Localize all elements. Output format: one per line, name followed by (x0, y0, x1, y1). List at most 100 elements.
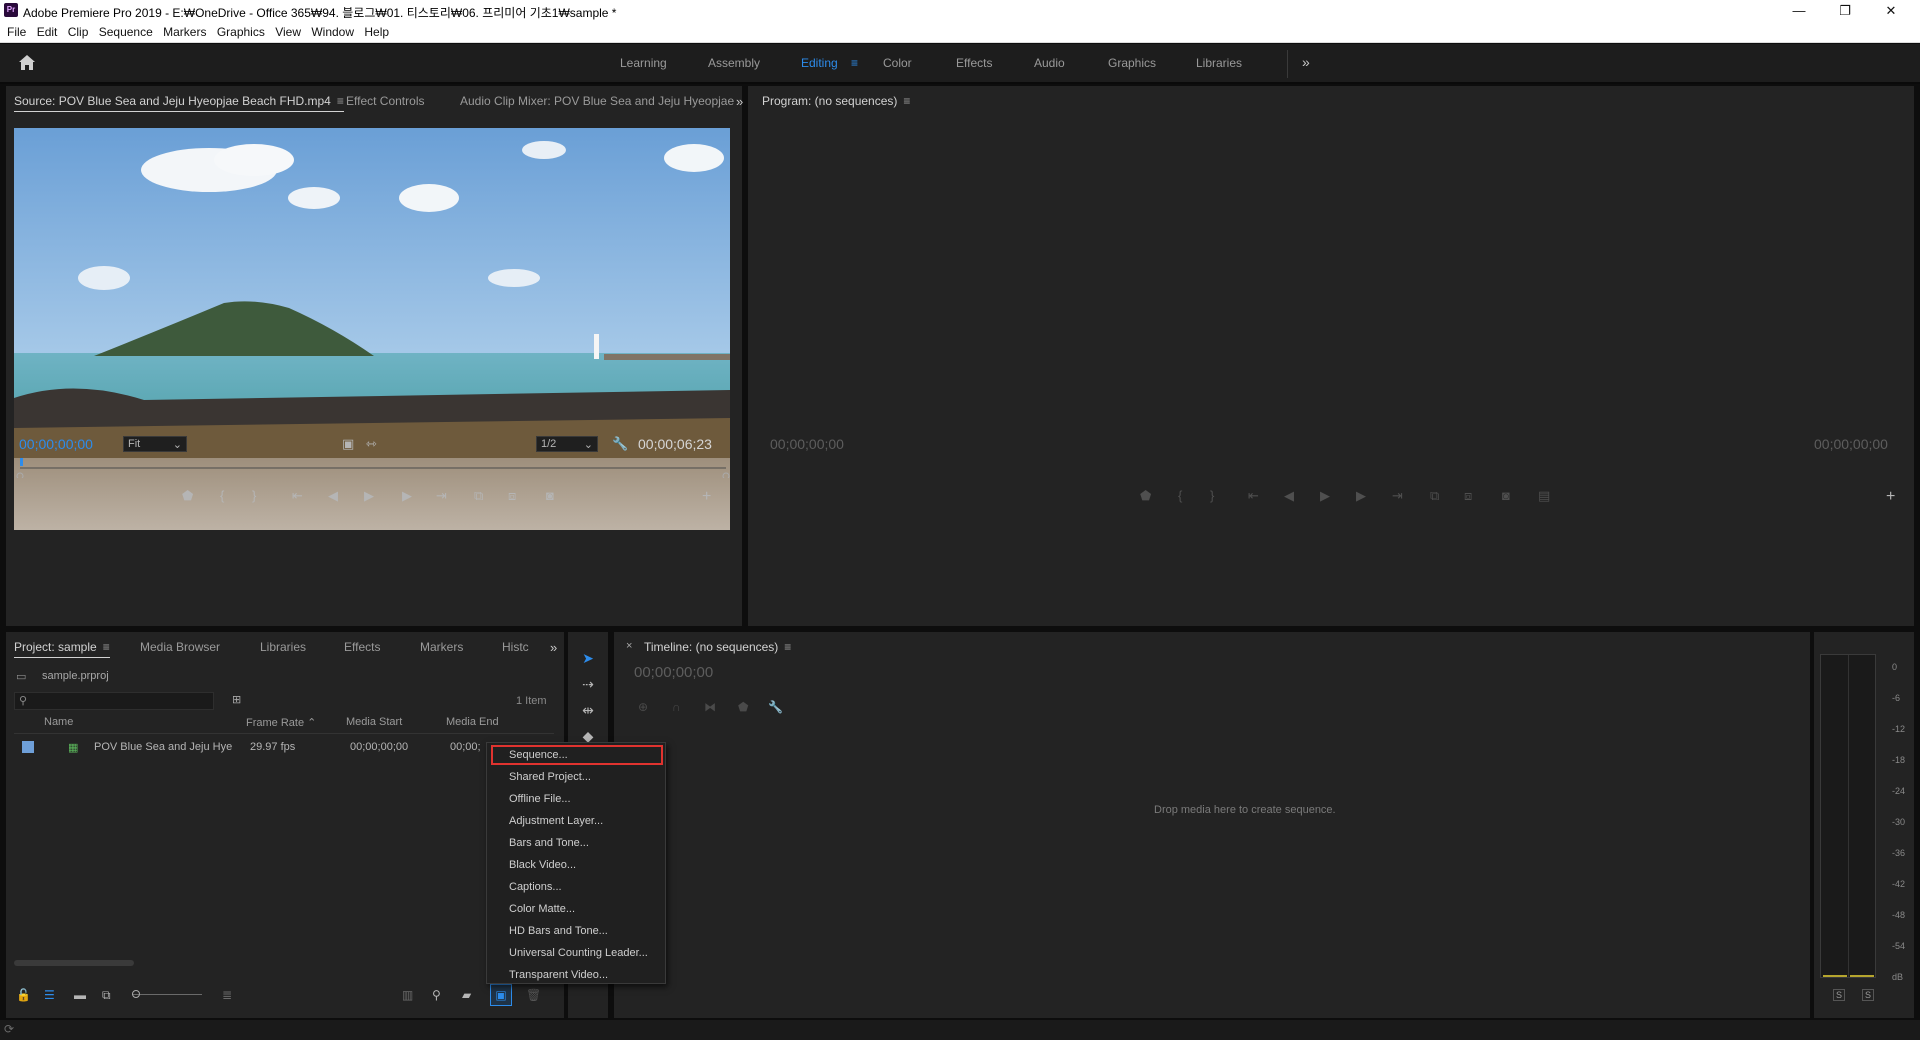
menu-edit[interactable]: Edit (30, 22, 58, 39)
panel-menu-icon[interactable]: ≡ (337, 94, 344, 108)
workspace-tab-assembly[interactable]: Assembly (708, 56, 760, 70)
panel-menu-icon[interactable]: ≡ (903, 94, 910, 108)
ripple-edit-tool-icon[interactable]: ⇹ (576, 700, 600, 720)
solo-right-button[interactable]: S (1862, 989, 1874, 1001)
linked-selection-icon[interactable]: ⧓ (704, 700, 716, 714)
lift-icon[interactable]: ⧉ (1430, 488, 1439, 504)
comparison-view-icon[interactable]: ▤ (1538, 488, 1550, 504)
restore-button[interactable]: ❐ (1822, 0, 1868, 22)
minimize-button[interactable]: — (1776, 0, 1822, 22)
tab-audio-clip-mixer[interactable]: Audio Clip Mixer: POV Blue Sea and Jeju … (460, 94, 734, 108)
insert-sequence-icon[interactable]: ⊕ (638, 700, 648, 714)
insert-icon[interactable]: ⧉ (474, 488, 483, 504)
solo-left-button[interactable]: S (1833, 989, 1845, 1001)
timeline-timecode[interactable]: 00;00;00;00 (634, 664, 713, 681)
tab-effects[interactable]: Effects (344, 640, 380, 654)
menu-item-sequence[interactable]: Sequence... (509, 749, 568, 761)
clip-name[interactable]: POV Blue Sea and Jeju Hye (94, 741, 232, 753)
safe-margins-icon[interactable]: ▣ (342, 436, 354, 452)
label-color-swatch[interactable] (22, 741, 34, 753)
add-marker-icon[interactable]: ⬟ (182, 488, 193, 504)
column-media-end[interactable]: Media End (446, 716, 499, 728)
menu-item-universal-counting-leader[interactable]: Universal Counting Leader... (509, 947, 648, 959)
add-marker-icon[interactable]: ⬟ (1140, 488, 1151, 504)
workspace-tab-audio[interactable]: Audio (1034, 56, 1065, 70)
workspace-tab-graphics[interactable]: Graphics (1108, 56, 1156, 70)
tab-libraries[interactable]: Libraries (260, 640, 306, 654)
menu-item-bars-and-tone[interactable]: Bars and Tone... (509, 837, 589, 849)
project-search-input[interactable]: ⚲ (14, 692, 214, 710)
step-forward-icon[interactable]: ▶ (402, 488, 412, 504)
add-button-icon[interactable]: + (1886, 488, 1895, 506)
source-resolution-select[interactable]: 1/2 ⌄ (536, 436, 598, 452)
tab-effect-controls[interactable]: Effect Controls (346, 94, 424, 108)
sort-icons-icon[interactable]: ≣ (222, 988, 232, 1002)
freeform-view-icon[interactable]: ⧉ (102, 988, 111, 1003)
panel-menu-icon[interactable]: ≡ (103, 640, 110, 654)
tab-project[interactable]: Project: sample ≡ (14, 640, 110, 658)
program-viewer[interactable] (758, 122, 1904, 522)
tab-source[interactable]: Source: POV Blue Sea and Jeju Hyeopjae B… (14, 94, 344, 112)
table-row[interactable]: ▦ POV Blue Sea and Jeju Hye 29.97 fps 00… (14, 738, 554, 758)
workspace-overflow-icon[interactable]: » (1302, 54, 1310, 70)
step-back-icon[interactable]: ◀ (1284, 488, 1294, 504)
tab-timeline[interactable]: Timeline: (no sequences) ≡ (644, 640, 791, 654)
track-select-tool-icon[interactable]: ⇢ (576, 674, 600, 694)
menu-item-hd-bars-and-tone[interactable]: HD Bars and Tone... (509, 925, 608, 937)
mark-in-icon[interactable]: { (1178, 488, 1182, 503)
automate-to-sequence-icon[interactable]: ▥ (402, 988, 413, 1002)
trash-icon[interactable]: 🗑 (526, 988, 541, 1002)
column-media-start[interactable]: Media Start (346, 716, 402, 728)
tab-history[interactable]: Histc (502, 640, 529, 654)
new-item-button[interactable]: ▣ (490, 984, 512, 1006)
menu-clip[interactable]: Clip (61, 22, 89, 39)
find-icon[interactable]: ⚲ (432, 988, 441, 1002)
menu-item-shared-project[interactable]: Shared Project... (509, 771, 591, 783)
list-view-icon[interactable]: ☰ (44, 988, 55, 1002)
menu-item-offline-file[interactable]: Offline File... (509, 793, 571, 805)
panel-menu-icon[interactable]: ≡ (784, 640, 791, 654)
source-zoom-select[interactable]: Fit ⌄ (123, 436, 187, 452)
selection-tool-icon[interactable]: ➤ (576, 648, 600, 668)
workspace-tab-learning[interactable]: Learning (620, 56, 667, 70)
column-frame-rate[interactable]: Frame Rate ⌃ (246, 716, 316, 729)
horizontal-scrollbar[interactable] (14, 960, 134, 966)
zoom-slider-handle[interactable] (132, 990, 140, 998)
workspace-tab-effects[interactable]: Effects (956, 56, 992, 70)
export-frame-icon[interactable]: ◙ (546, 488, 554, 503)
workspace-tab-libraries[interactable]: Libraries (1196, 56, 1242, 70)
extract-icon[interactable]: ⧈ (1464, 488, 1472, 504)
menu-graphics[interactable]: Graphics (210, 22, 265, 39)
home-icon[interactable] (18, 54, 36, 74)
go-to-in-icon[interactable]: ⇤ (1248, 488, 1259, 504)
go-to-out-icon[interactable]: ⇥ (436, 488, 447, 504)
program-playhead-timecode[interactable]: 00;00;00;00 (770, 436, 844, 452)
lock-icon[interactable]: 🔓 (16, 988, 31, 1002)
column-name[interactable]: Name (44, 716, 73, 728)
wrench-icon[interactable]: 🔧 (612, 436, 628, 452)
zoom-slider[interactable] (132, 994, 202, 995)
mark-out-icon[interactable]: } (252, 488, 256, 503)
menu-sequence[interactable]: Sequence (92, 22, 153, 39)
go-to-out-icon[interactable]: ⇥ (1392, 488, 1403, 504)
panel-overflow-icon[interactable]: » (736, 94, 743, 109)
source-time-ruler[interactable] (14, 458, 730, 480)
menu-window[interactable]: Window (304, 22, 354, 39)
icon-view-icon[interactable]: ▬ (74, 988, 86, 1002)
source-playhead-timecode[interactable]: 00;00;00;00 (19, 436, 93, 452)
workspace-tab-color[interactable]: Color (883, 56, 912, 70)
menu-help[interactable]: Help (357, 22, 389, 39)
new-bin-icon[interactable]: ▰ (462, 988, 471, 1002)
new-search-bin-icon[interactable]: ⊞ (232, 693, 241, 706)
overwrite-icon[interactable]: ⧈ (508, 488, 516, 504)
step-forward-icon[interactable]: ▶ (1356, 488, 1366, 504)
menu-item-adjustment-layer[interactable]: Adjustment Layer... (509, 815, 603, 827)
step-back-icon[interactable]: ◀ (328, 488, 338, 504)
tab-program[interactable]: Program: (no sequences) ≡ (762, 94, 910, 108)
menu-item-captions[interactable]: Captions... (509, 881, 562, 893)
go-to-in-icon[interactable]: ⇤ (292, 488, 303, 504)
tab-media-browser[interactable]: Media Browser (140, 640, 220, 654)
mark-out-icon[interactable]: } (1210, 488, 1214, 503)
panel-overflow-icon[interactable]: » (550, 640, 557, 655)
close-timeline-icon[interactable]: × (626, 640, 632, 652)
